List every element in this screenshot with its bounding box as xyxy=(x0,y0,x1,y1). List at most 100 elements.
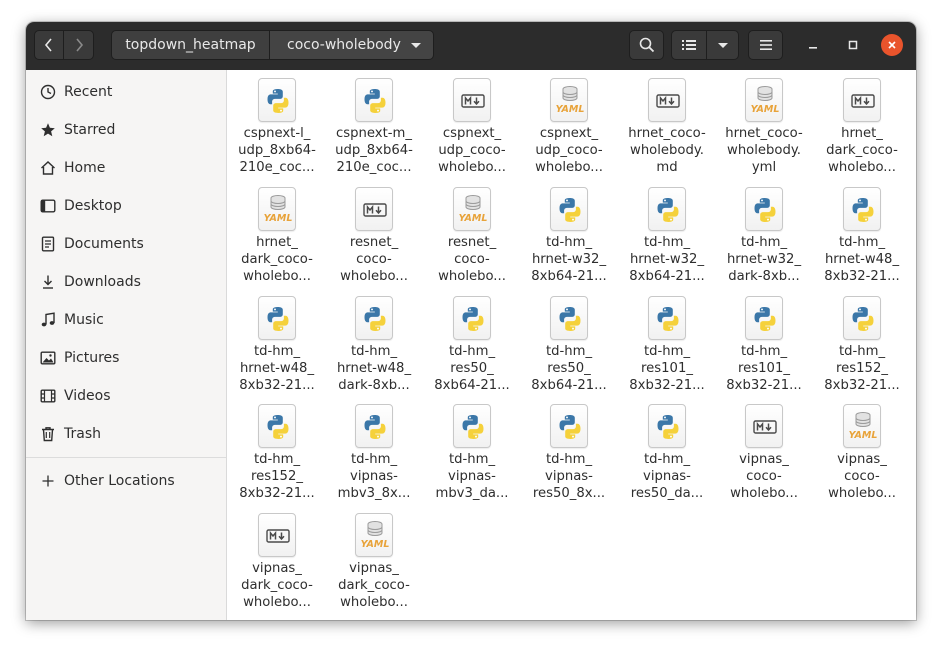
file-item[interactable]: cspnext-l_ udp_8xb64- 210e_coc... xyxy=(229,70,325,178)
file-item[interactable]: td-hm_ hrnet-w48_ 8xb32-21... xyxy=(229,288,325,396)
file-name: td-hm_ hrnet-w32_ 8xb64-21... xyxy=(531,235,607,284)
file-name: td-hm_ vipnas- res50_da... xyxy=(630,452,704,501)
sidebar-item-label: Music xyxy=(64,312,104,328)
yaml-file-icon: YAML xyxy=(745,78,783,122)
file-item[interactable]: td-hm_ hrnet-w48_ 8xb32-21... xyxy=(814,179,910,287)
file-item[interactable]: YAML hrnet_ dark_coco- wholebo... xyxy=(229,179,325,287)
file-item[interactable]: td-hm_ res50_ 8xb64-21... xyxy=(424,288,520,396)
svg-text:YAML: YAML xyxy=(849,430,878,441)
file-item[interactable]: YAML vipnas_ coco- wholebo... xyxy=(814,396,910,504)
sidebar-item-downloads[interactable]: Downloads xyxy=(26,263,226,301)
file-item[interactable]: td-hm_ res101_ 8xb32-21... xyxy=(716,288,812,396)
clock-icon xyxy=(39,83,57,101)
file-name: resnet_ coco- wholebo... xyxy=(438,235,506,284)
file-item[interactable]: td-hm_ res50_ 8xb64-21... xyxy=(521,288,617,396)
file-item[interactable]: td-hm_ res152_ 8xb32-21... xyxy=(814,288,910,396)
main-menu-button[interactable] xyxy=(748,30,783,60)
markdown-file-icon xyxy=(355,187,393,231)
file-item[interactable]: td-hm_ hrnet-w48_ dark-8xb... xyxy=(326,288,422,396)
file-name: td-hm_ res50_ 8xb64-21... xyxy=(531,344,607,393)
file-item[interactable]: YAML vipnas_ dark_coco- wholebo... xyxy=(326,505,422,613)
file-item[interactable]: td-hm_ hrnet-w32_ dark-8xb... xyxy=(716,179,812,287)
file-name: td-hm_ res101_ 8xb32-21... xyxy=(726,344,802,393)
file-item[interactable]: td-hm_ res101_ 8xb32-21... xyxy=(619,288,715,396)
header-bar: topdown_heatmap coco-wholebody xyxy=(26,22,916,71)
python-file-icon xyxy=(550,296,588,340)
file-item[interactable]: td-hm_ vipnas- res50_8x... xyxy=(521,396,617,504)
file-item[interactable]: td-hm_ hrnet-w32_ 8xb64-21... xyxy=(619,179,715,287)
file-name: vipnas_ coco- wholebo... xyxy=(828,452,896,501)
python-file-icon xyxy=(745,296,783,340)
sidebar-item-starred[interactable]: Starred xyxy=(26,111,226,149)
home-icon xyxy=(39,159,57,177)
music-icon xyxy=(39,311,57,329)
desktop-icon xyxy=(39,197,57,215)
file-item[interactable]: cspnext-m_ udp_8xb64- 210e_coc... xyxy=(326,70,422,178)
markdown-file-icon xyxy=(843,78,881,122)
file-item[interactable]: YAML hrnet_coco- wholebody. yml xyxy=(716,70,812,178)
file-item[interactable]: td-hm_ vipnas- mbv3_8x... xyxy=(326,396,422,504)
yaml-file-icon: YAML xyxy=(843,404,881,448)
forward-button[interactable] xyxy=(63,30,94,60)
file-manager-window: topdown_heatmap coco-wholebody Recent St… xyxy=(26,22,916,620)
chevron-down-icon xyxy=(717,42,728,48)
file-item[interactable]: hrnet_coco- wholebody. md xyxy=(619,70,715,178)
sidebar-item-recent[interactable]: Recent xyxy=(26,73,226,111)
document-icon xyxy=(39,235,57,253)
file-item[interactable]: td-hm_ vipnas- mbv3_da... xyxy=(424,396,520,504)
file-name: hrnet_ dark_coco- wholebo... xyxy=(241,235,313,284)
markdown-file-icon xyxy=(745,404,783,448)
maximize-button[interactable] xyxy=(842,34,864,56)
python-file-icon xyxy=(355,404,393,448)
sidebar-item-videos[interactable]: Videos xyxy=(26,377,226,415)
file-item[interactable]: vipnas_ dark_coco- wholebo... xyxy=(229,505,325,613)
breadcrumb-current[interactable]: coco-wholebody xyxy=(269,30,434,60)
file-item[interactable]: YAML cspnext_ udp_coco- wholebo... xyxy=(521,70,617,178)
file-name: td-hm_ vipnas- mbv3_da... xyxy=(435,452,509,501)
file-item[interactable]: td-hm_ hrnet-w32_ 8xb64-21... xyxy=(521,179,617,287)
minimize-button[interactable] xyxy=(802,34,824,56)
chevron-down-icon xyxy=(411,43,421,48)
sidebar-item-pictures[interactable]: Pictures xyxy=(26,339,226,377)
close-button[interactable] xyxy=(881,34,903,56)
file-item[interactable]: YAML resnet_ coco- wholebo... xyxy=(424,179,520,287)
file-name: td-hm_ res152_ 8xb32-21... xyxy=(239,452,315,501)
breadcrumb-parent[interactable]: topdown_heatmap xyxy=(111,30,270,60)
file-item[interactable]: td-hm_ vipnas- res50_da... xyxy=(619,396,715,504)
sidebar-item-label: Recent xyxy=(64,84,113,100)
chevron-left-icon xyxy=(44,38,52,52)
search-icon xyxy=(639,37,654,53)
svg-text:YAML: YAML xyxy=(751,104,780,115)
sidebar-item-trash[interactable]: Trash xyxy=(26,415,226,453)
sidebar-item-music[interactable]: Music xyxy=(26,301,226,339)
breadcrumb-current-label: coco-wholebody xyxy=(287,37,401,53)
sidebar-item-home[interactable]: Home xyxy=(26,149,226,187)
list-view-button[interactable] xyxy=(671,30,707,60)
back-button[interactable] xyxy=(34,30,64,60)
file-name: cspnext_ udp_coco- wholebo... xyxy=(535,126,603,175)
sidebar-item-other-locations[interactable]: Other Locations xyxy=(26,462,226,500)
close-icon xyxy=(888,41,896,49)
sidebar: Recent Starred Home Desktop Documents Do… xyxy=(26,70,227,620)
python-file-icon xyxy=(258,78,296,122)
file-item[interactable]: resnet_ coco- wholebo... xyxy=(326,179,422,287)
file-name: cspnext_ udp_coco- wholebo... xyxy=(438,126,506,175)
python-file-icon xyxy=(745,187,783,231)
python-file-icon xyxy=(453,296,491,340)
sidebar-item-desktop[interactable]: Desktop xyxy=(26,187,226,225)
file-name: vipnas_ dark_coco- wholebo... xyxy=(241,561,313,610)
maximize-icon xyxy=(848,40,858,50)
hamburger-menu-icon xyxy=(759,40,772,50)
sidebar-item-documents[interactable]: Documents xyxy=(26,225,226,263)
search-button[interactable] xyxy=(629,30,664,60)
file-item[interactable]: td-hm_ res152_ 8xb32-21... xyxy=(229,396,325,504)
star-icon xyxy=(39,121,57,139)
view-options-dropdown[interactable] xyxy=(706,30,739,60)
file-item[interactable]: hrnet_ dark_coco- wholebo... xyxy=(814,70,910,178)
file-item[interactable]: vipnas_ coco- wholebo... xyxy=(716,396,812,504)
python-file-icon xyxy=(648,187,686,231)
yaml-file-icon: YAML xyxy=(453,187,491,231)
list-view-icon xyxy=(682,40,696,50)
file-name: td-hm_ vipnas- res50_8x... xyxy=(532,452,606,501)
file-item[interactable]: cspnext_ udp_coco- wholebo... xyxy=(424,70,520,178)
